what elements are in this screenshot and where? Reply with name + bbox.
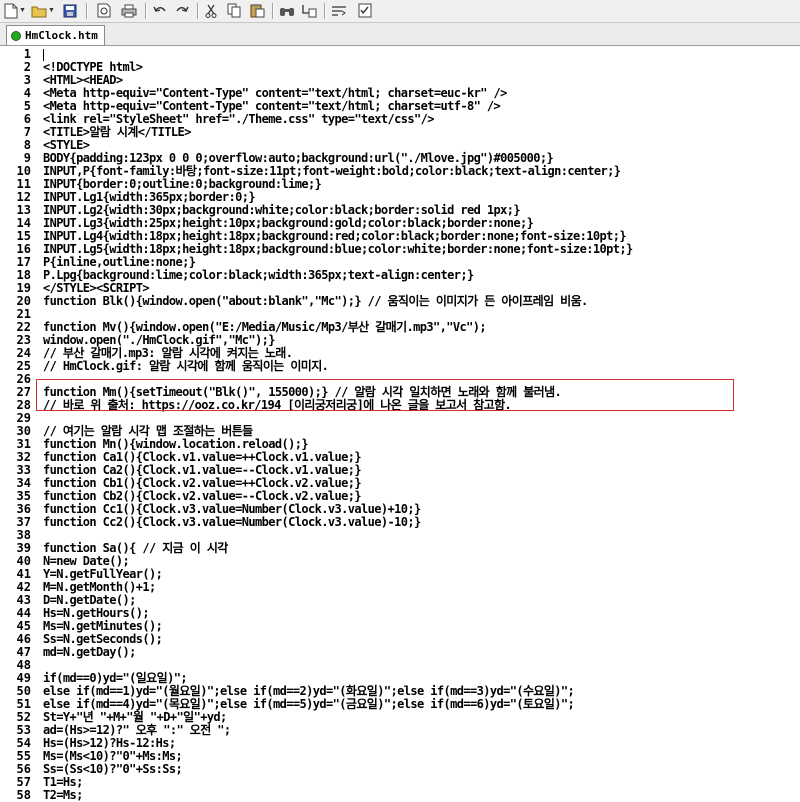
code-line: function Blk(){window.open("about:blank"… [43,294,588,308]
copy-icon[interactable] [224,2,244,19]
toolbar: ▼ ▼ [0,0,800,23]
print-preview-icon[interactable] [94,2,114,19]
code-line: T2=Ms; [43,788,83,802]
code-line: // HmClock.gif: 알람 시각에 함께 움직이는 이미지. [43,359,329,373]
wrap-icon[interactable] [329,2,349,19]
tab-label: HmClock.htm [25,29,98,42]
tab-bar: HmClock.htm [0,23,800,46]
code-line: function Cc2(){Clock.v3.value=Number(Clo… [43,515,421,529]
cut-icon[interactable] [202,2,220,19]
replace-icon[interactable] [299,2,319,19]
highlight-box [36,379,734,411]
new-file-icon[interactable]: ▼ [4,2,26,19]
code-editor[interactable]: 1 2 <!DOCTYPE html> 3 <HTML><HEAD> 4 <Meta htt… [0,46,800,802]
file-status-icon [11,30,21,41]
open-folder-icon[interactable]: ▼ [30,2,56,19]
undo-icon[interactable] [150,2,170,19]
line-number: 58 [16,788,31,802]
checklist-icon[interactable] [355,2,375,19]
save-icon[interactable] [60,2,80,19]
code-line: md=N.getDay(); [43,645,136,659]
paste-icon[interactable] [247,2,267,19]
text-caret [43,49,44,61]
find-icon[interactable] [277,2,297,19]
print-icon[interactable] [118,2,140,19]
redo-icon[interactable] [172,2,192,19]
tab-hmclock[interactable]: HmClock.htm [6,25,105,45]
